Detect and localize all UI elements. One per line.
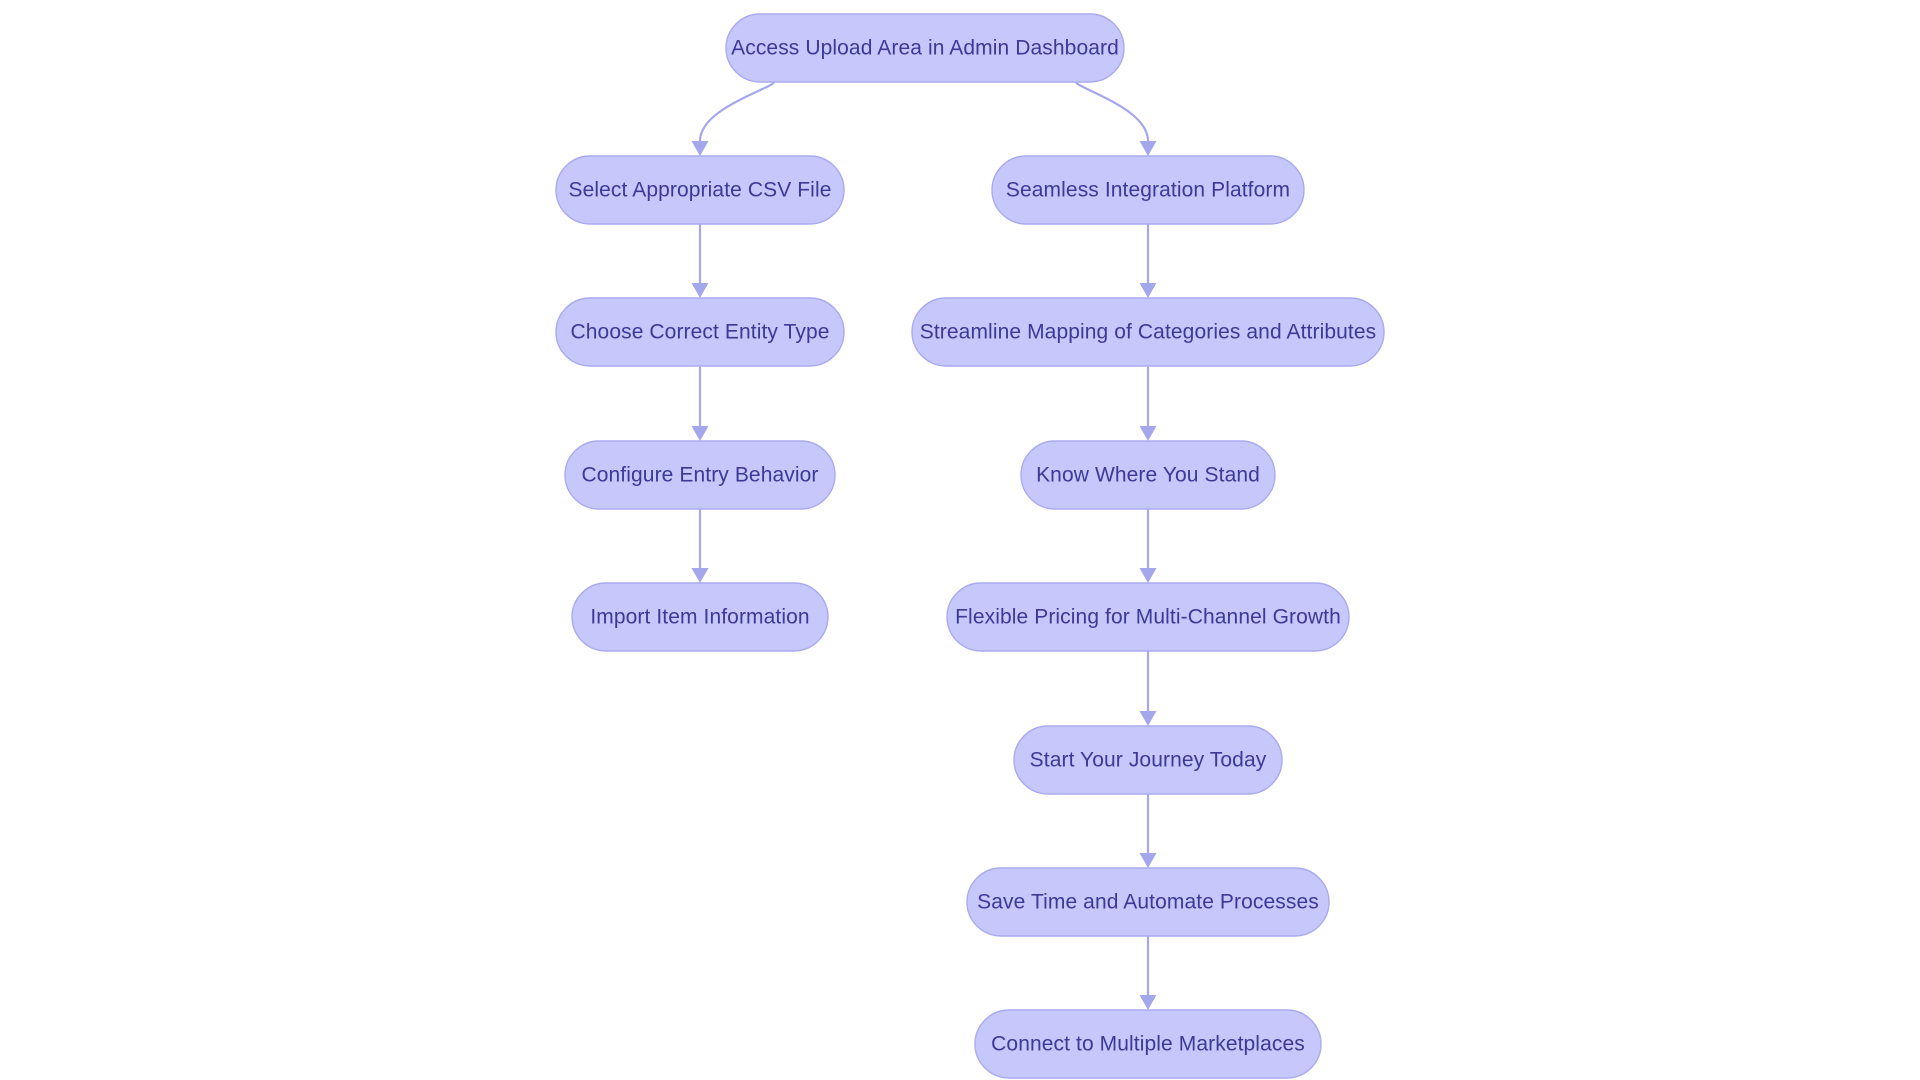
flow-node-label: Start Your Journey Today (1030, 749, 1267, 772)
flow-node[interactable]: Streamline Mapping of Categories and Att… (911, 297, 1385, 367)
flow-node-label: Select Appropriate CSV File (569, 179, 832, 202)
edge-arrowhead (691, 283, 709, 298)
edge-arrowhead (691, 568, 709, 583)
flow-node-label: Access Upload Area in Admin Dashboard (731, 37, 1119, 60)
flow-node[interactable]: Flexible Pricing for Multi-Channel Growt… (946, 582, 1350, 652)
edge-arrowhead (1139, 426, 1157, 441)
edge-n0-to-n2 (1074, 80, 1157, 156)
edge-n4-to-n6 (1139, 366, 1157, 441)
edge-arrowhead (691, 426, 709, 441)
flow-node[interactable]: Connect to Multiple Marketplaces (974, 1009, 1322, 1079)
flow-node-label: Save Time and Automate Processes (977, 891, 1319, 914)
edge-arrowhead (691, 141, 709, 156)
edge-n2-to-n4 (1139, 224, 1157, 298)
edge-arrowhead (1139, 141, 1157, 156)
edge-arrowhead (1139, 995, 1157, 1010)
edge-arrowhead (1139, 283, 1157, 298)
flow-node[interactable]: Start Your Journey Today (1013, 725, 1283, 795)
flow-node[interactable]: Import Item Information (571, 582, 829, 652)
flow-node[interactable]: Select Appropriate CSV File (555, 155, 845, 225)
edge-n0-to-n1 (691, 80, 776, 156)
edge-line (1074, 80, 1150, 142)
flow-node-label: Configure Entry Behavior (581, 464, 818, 487)
flow-node-label: Streamline Mapping of Categories and Att… (920, 321, 1376, 344)
flow-node-label: Seamless Integration Platform (1006, 179, 1290, 202)
flow-node[interactable]: Choose Correct Entity Type (555, 297, 845, 367)
edge-n1-to-n3 (691, 224, 709, 298)
flowchart-svg: Access Upload Area in Admin Dashboard Sel… (555, 13, 1385, 1079)
flow-node-label: Know Where You Stand (1036, 464, 1260, 487)
flow-node[interactable]: Seamless Integration Platform (991, 155, 1305, 225)
flow-node-label: Import Item Information (590, 606, 809, 629)
edge-arrowhead (1139, 711, 1157, 726)
flow-node-label: Flexible Pricing for Multi-Channel Growt… (955, 606, 1341, 629)
edge-n8-to-n9 (1139, 651, 1157, 726)
edge-n6-to-n8 (1139, 509, 1157, 583)
nodes-layer: Access Upload Area in Admin Dashboard Sel… (555, 13, 1385, 1079)
flow-node[interactable]: Access Upload Area in Admin Dashboard (725, 13, 1125, 83)
edge-n3-to-n5 (691, 366, 709, 441)
flow-node-label: Choose Correct Entity Type (571, 321, 830, 344)
edge-arrowhead (1139, 568, 1157, 583)
flow-node[interactable]: Save Time and Automate Processes (966, 867, 1330, 937)
edge-n10-to-n11 (1139, 936, 1157, 1010)
edge-n9-to-n10 (1139, 794, 1157, 868)
edge-n5-to-n7 (691, 509, 709, 583)
flow-node[interactable]: Configure Entry Behavior (564, 440, 836, 510)
flowchart-canvas: Access Upload Area in Admin Dashboard Sel… (0, 0, 1920, 1080)
flow-node-label: Connect to Multiple Marketplaces (991, 1033, 1305, 1056)
edge-arrowhead (1139, 853, 1157, 868)
flow-node[interactable]: Know Where You Stand (1020, 440, 1276, 510)
edge-line (698, 80, 776, 142)
